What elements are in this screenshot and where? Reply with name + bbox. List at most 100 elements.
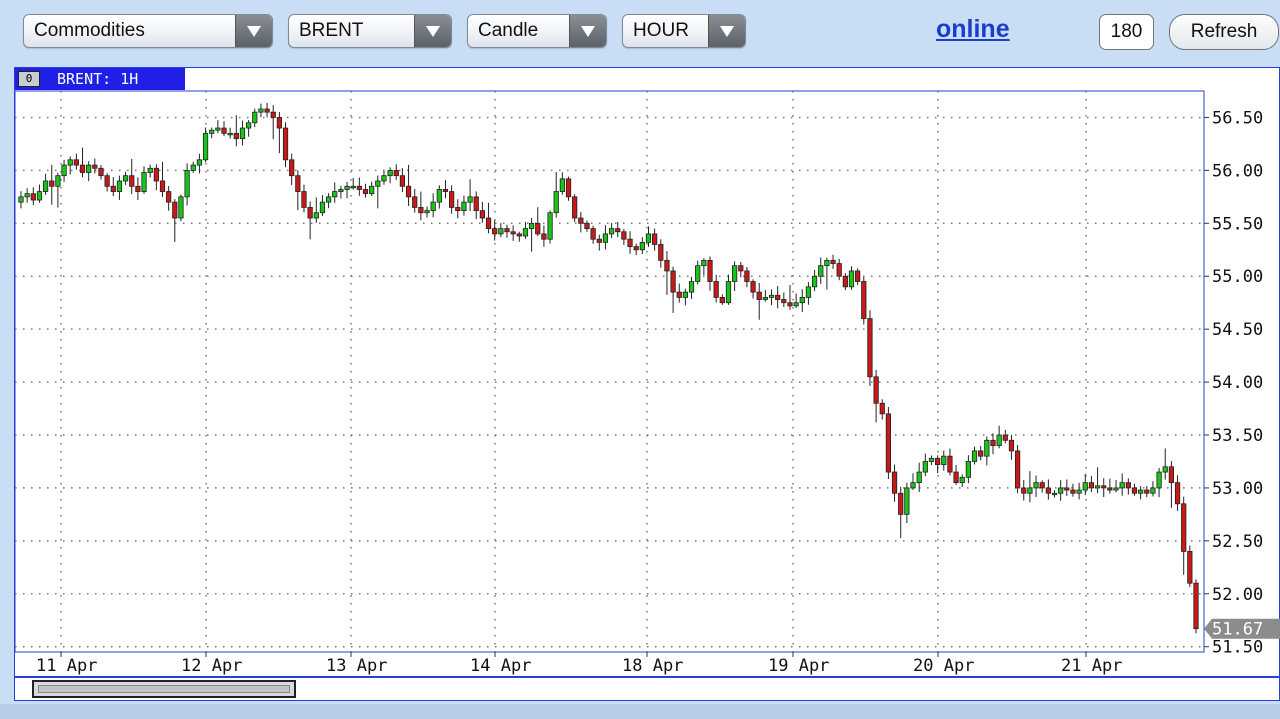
- candle-body: [67, 159, 73, 166]
- candle-body: [1119, 482, 1125, 489]
- candle-body: [98, 167, 104, 177]
- candle-body: [528, 222, 535, 230]
- candle-body: [959, 476, 965, 484]
- candle-body: [768, 294, 775, 298]
- y-tick-label: 55.00: [1212, 267, 1263, 287]
- candle-body: [1045, 487, 1051, 494]
- candle-body: [652, 233, 658, 245]
- candle-body: [719, 297, 725, 304]
- candle-body: [1064, 487, 1070, 491]
- candle-body: [559, 178, 565, 192]
- candle-body: [818, 265, 824, 277]
- candle-body: [516, 233, 522, 237]
- candle-body: [301, 191, 307, 208]
- candle-body: [565, 178, 572, 198]
- candle-body: [92, 164, 98, 169]
- candle-body: [805, 286, 812, 298]
- candle-body: [541, 233, 547, 240]
- candle-body: [1168, 466, 1175, 484]
- candle-body: [861, 281, 867, 319]
- candle-body: [670, 270, 676, 293]
- candle-body: [1162, 466, 1168, 473]
- candle-body: [221, 127, 227, 134]
- candle-body: [166, 191, 172, 203]
- chart-grid: [14, 90, 1205, 653]
- candle-body: [547, 212, 553, 240]
- candle-body: [756, 291, 762, 300]
- candle-body: [990, 439, 996, 446]
- candle-body: [1144, 489, 1150, 494]
- candle-body: [289, 159, 295, 177]
- candle-body: [215, 127, 221, 131]
- candle-body: [1014, 450, 1021, 489]
- candle-body: [61, 164, 67, 177]
- candle-body: [596, 238, 602, 243]
- candle-body: [682, 291, 689, 298]
- candle-body: [971, 450, 978, 462]
- candle-body: [86, 164, 92, 173]
- candle-body: [1193, 582, 1199, 630]
- candle-body: [1156, 471, 1162, 489]
- candle-body: [879, 402, 885, 415]
- candle-body: [412, 196, 418, 208]
- candle-body: [1174, 482, 1181, 505]
- candle-body: [578, 217, 584, 224]
- candle-body: [602, 233, 609, 243]
- y-tick-label: 54.00: [1212, 373, 1263, 393]
- candle-body: [325, 196, 332, 203]
- candle-body: [276, 117, 282, 129]
- candlestick-chart: 56.50 56.00 55.50 55.00 54.50 54.00 53.50 53.00…: [14, 90, 1280, 676]
- candle-body: [270, 111, 276, 118]
- candle-body: [1107, 487, 1113, 491]
- x-tick-label: 19 Apr: [768, 656, 829, 676]
- x-tick-label: 20 Apr: [913, 656, 974, 676]
- candle-body: [848, 270, 855, 288]
- candle-body: [1039, 482, 1045, 489]
- candle-body: [725, 281, 732, 304]
- candle-body: [965, 461, 971, 478]
- candle-body: [467, 196, 473, 203]
- candle-body: [645, 233, 652, 243]
- candle-body: [639, 241, 645, 251]
- candle-body: [701, 259, 707, 267]
- candle-body: [935, 457, 941, 466]
- candle-body: [762, 297, 768, 300]
- candle-body: [867, 318, 873, 378]
- candle-body: [350, 185, 356, 189]
- candle-body: [473, 196, 479, 212]
- candle-body: [159, 180, 166, 192]
- candle-body: [449, 191, 455, 208]
- candle-body: [633, 246, 639, 251]
- candle-body: [461, 201, 467, 212]
- candle-body: [744, 270, 750, 282]
- candle-body: [1138, 489, 1144, 494]
- candle-body: [30, 193, 36, 201]
- candle-body: [135, 185, 141, 192]
- candle-body: [104, 175, 110, 187]
- candle-body: [258, 108, 264, 113]
- bottom-bar: [0, 704, 1280, 719]
- scrollbar-thumb[interactable]: [32, 680, 296, 698]
- candle-body: [553, 191, 559, 214]
- candle-body: [498, 228, 504, 235]
- candle-body: [49, 180, 55, 187]
- candle-body: [455, 207, 461, 212]
- y-tick-label: 56.00: [1212, 161, 1263, 181]
- candle-body: [978, 450, 984, 457]
- x-tick-label: 12 Apr: [181, 656, 242, 676]
- candle-body: [344, 185, 350, 190]
- candle-body: [947, 455, 953, 473]
- x-tick-label: 18 Apr: [622, 656, 683, 676]
- candle-body: [479, 210, 486, 219]
- candle-body: [319, 201, 326, 214]
- candle-body: [707, 259, 713, 282]
- candle-body: [799, 297, 805, 304]
- candle-body: [239, 127, 246, 140]
- candle-body: [227, 132, 233, 136]
- candle-body: [688, 281, 695, 293]
- candle-body: [36, 191, 43, 201]
- candle-body: [504, 228, 510, 233]
- candle-body: [55, 175, 61, 187]
- candle-body: [313, 212, 319, 219]
- candle-body: [418, 207, 424, 214]
